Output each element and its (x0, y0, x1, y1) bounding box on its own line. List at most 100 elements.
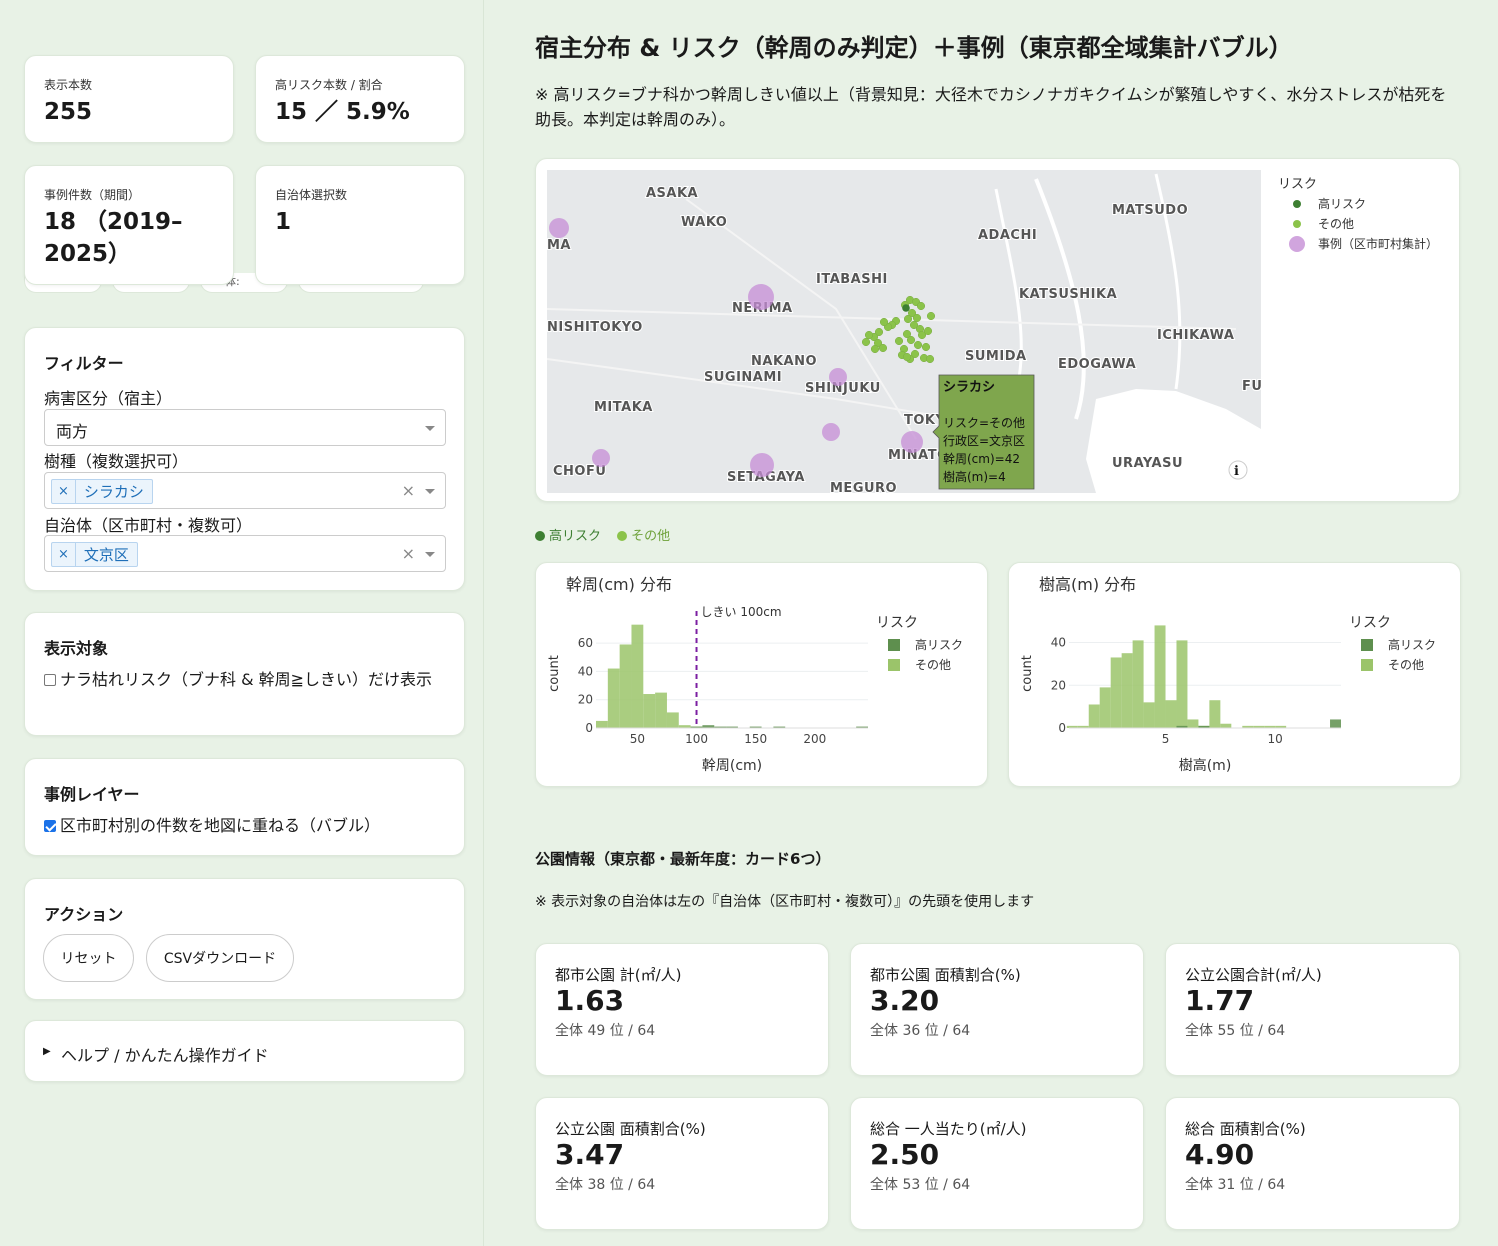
chevron-down-icon[interactable] (425, 426, 435, 431)
kpi-label: 自治体選択数 (275, 188, 348, 202)
map-place-label: SUMIDA (965, 349, 1027, 364)
hist-ytick: 0 (1058, 721, 1066, 735)
hist-bar[interactable] (1132, 640, 1144, 728)
tree-point-high-risk[interactable] (902, 304, 910, 312)
remove-tag-icon[interactable]: × (52, 480, 76, 503)
hist-ytick: 0 (585, 721, 593, 735)
hist-bar[interactable] (1187, 719, 1199, 728)
hist-bar[interactable] (1099, 687, 1111, 728)
case-bubble-checkbox[interactable]: 区市町村別の件数を地図に重ねる（バブル） (44, 813, 454, 839)
hist-bar[interactable] (1209, 700, 1221, 728)
tree-point[interactable] (906, 335, 916, 345)
clear-icon[interactable]: × (402, 544, 415, 563)
municipality-multiselect[interactable]: × 文京区 × (44, 535, 446, 572)
hist-legend-label[interactable]: 高リスク (1388, 637, 1436, 652)
map-place-label: MA (547, 238, 571, 253)
kpi-value: 1 (275, 209, 292, 235)
tree-point[interactable] (923, 326, 933, 336)
hist-bar[interactable] (1220, 723, 1232, 728)
hist-bar[interactable] (631, 624, 644, 728)
tree-point[interactable] (913, 340, 923, 350)
kpi-value: 255 (44, 99, 93, 125)
hist-legend-label[interactable]: 高リスク (915, 637, 963, 652)
csv-download-button[interactable]: CSVダウンロード (146, 934, 294, 982)
map-legend-case[interactable]: 事例（区市町村集計） (1318, 236, 1438, 251)
info-icon-glyph[interactable]: ℹ (1234, 464, 1239, 479)
hist-legend-label[interactable]: その他 (915, 658, 951, 672)
hist-legend-title: リスク (1349, 615, 1391, 631)
hist-legend-title: リスク (876, 615, 918, 631)
tree-point[interactable] (879, 317, 889, 327)
case-bubble[interactable] (822, 423, 840, 441)
municipality-tag: × 文京区 (51, 542, 138, 567)
remove-tag-icon[interactable]: × (52, 543, 76, 566)
municipality-tag-label: 文京区 (83, 546, 129, 564)
map-legend-high[interactable]: 高リスク (1318, 196, 1366, 211)
hist-bar[interactable] (1176, 640, 1188, 728)
legend-high-marker (1293, 200, 1301, 208)
tree-point[interactable] (864, 330, 874, 340)
tree-point[interactable] (861, 337, 871, 347)
height-histogram[interactable]: 樹高(m) 分布 0 20 40 5 10 樹高(m) count リスク高リスクその他 (1009, 563, 1462, 788)
help-label[interactable]: ヘルプ / かんたん操作ガイド (61, 1042, 269, 1066)
hist-bar[interactable] (1110, 657, 1122, 728)
map-svg[interactable]: ASAKA WAKO MATSUDO ADACHI ITABASHI KATSUSHIKA… (536, 159, 1461, 503)
checkbox-box[interactable] (44, 674, 56, 686)
checkbox-box[interactable] (44, 820, 56, 832)
hist-bar[interactable] (643, 694, 656, 728)
park-card-label: 公立公園 面積割合(%) (555, 1120, 706, 1138)
case-bubble[interactable] (748, 284, 774, 310)
tree-point[interactable] (878, 343, 888, 353)
kpi-label: 表示本数 (44, 78, 93, 92)
map-place-label: ADACHI (978, 228, 1037, 243)
high-risk-only-checkbox[interactable]: ナラ枯れリスク（ブナ科 & 幹周≧しきい）だけ表示 (44, 667, 454, 693)
tree-point[interactable] (903, 314, 913, 324)
tree-point[interactable] (894, 336, 904, 346)
hist-bar[interactable] (1154, 625, 1166, 728)
expand-caret-icon[interactable]: ▶ (43, 1046, 51, 1057)
reset-button[interactable]: リセット (43, 934, 134, 982)
hist-bar[interactable] (1121, 653, 1133, 728)
map-place-label: URAYASU (1112, 456, 1183, 471)
map-place-label: ASAKA (646, 186, 698, 201)
tree-point[interactable] (870, 344, 880, 354)
case-bubble[interactable] (592, 449, 610, 467)
hist-legend-label[interactable]: その他 (1388, 658, 1424, 672)
tree-point[interactable] (912, 313, 922, 323)
case-bubble[interactable] (750, 453, 774, 477)
hist-bar[interactable] (596, 720, 608, 728)
hist-ytick: 40 (1051, 636, 1066, 650)
hist-bar[interactable] (1143, 702, 1155, 728)
map-place-label: EDOGAWA (1058, 357, 1136, 372)
trunk-histogram[interactable]: 幹周(cm) 分布 0 20 40 60 50 100 150 200 しきい 100cm 幹周(c… (536, 563, 989, 788)
tree-point[interactable] (926, 311, 936, 321)
hist-bar[interactable] (655, 692, 667, 728)
chevron-down-icon[interactable] (425, 489, 435, 494)
disease-value: 両方 (56, 422, 89, 441)
kpi-value: 15 ／ 5.9% (275, 99, 410, 125)
hist-bar[interactable] (1165, 700, 1177, 728)
hist-bar[interactable] (666, 712, 679, 728)
case-bubble[interactable] (829, 368, 847, 386)
legend-other-marker (1293, 220, 1301, 228)
map-canvas[interactable]: ASAKA WAKO MATSUDO ADACHI ITABASHI KATSUSHIKA… (547, 170, 1284, 503)
tree-point[interactable] (925, 354, 935, 364)
case-bubble[interactable] (901, 431, 923, 453)
hist-bar[interactable] (1088, 704, 1100, 728)
park-card-value: 3.47 (555, 1138, 625, 1171)
kpi-label: 事例件数（期間） (44, 188, 141, 202)
clear-icon[interactable]: × (402, 481, 415, 500)
tree-point[interactable] (902, 352, 912, 362)
hist-bar[interactable] (1330, 719, 1341, 728)
disease-select[interactable]: 両方 (44, 409, 446, 446)
risk-note: ※ 高リスク=ブナ科かつ幹周しきい値以上（背景知見：大径木でカシノナガキクイムシ… (535, 85, 1447, 129)
hist-bar[interactable] (619, 644, 632, 728)
map-legend-other[interactable]: その他 (1318, 217, 1354, 231)
tree-point[interactable] (921, 342, 931, 352)
case-bubble[interactable] (549, 218, 569, 238)
hist-bar[interactable] (607, 668, 620, 728)
species-multiselect[interactable]: × シラカシ × (44, 472, 446, 509)
help-panel[interactable]: ▶ ヘルプ / かんたん操作ガイド (24, 1020, 465, 1082)
chevron-down-icon[interactable] (425, 552, 435, 557)
tree-point[interactable] (916, 301, 926, 311)
